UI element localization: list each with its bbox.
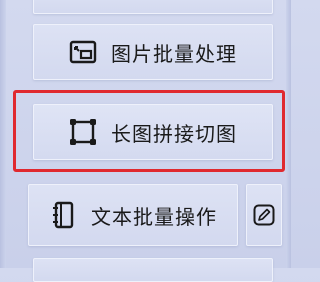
panel-left-edge [0, 0, 6, 268]
menu-item-partial-bottom[interactable] [33, 258, 273, 282]
highlight-box [13, 90, 285, 172]
edit-pencil-icon [250, 201, 278, 229]
tool-menu-panel: 图片批量处理 长图拼接切图 文本批量操作 [0, 0, 291, 282]
image-crop-icon [69, 38, 97, 66]
batch-image-label: 图片批量处理 [111, 41, 237, 66]
text-batch-button[interactable]: 文本批量操作 [28, 184, 238, 246]
notebook-icon [49, 201, 77, 229]
text-batch-label: 文本批量操作 [91, 204, 217, 229]
batch-image-button[interactable]: 图片批量处理 [33, 24, 273, 80]
edit-button[interactable] [246, 184, 282, 246]
panel-right-edge [286, 0, 291, 268]
menu-item-partial-top[interactable] [33, 0, 273, 14]
